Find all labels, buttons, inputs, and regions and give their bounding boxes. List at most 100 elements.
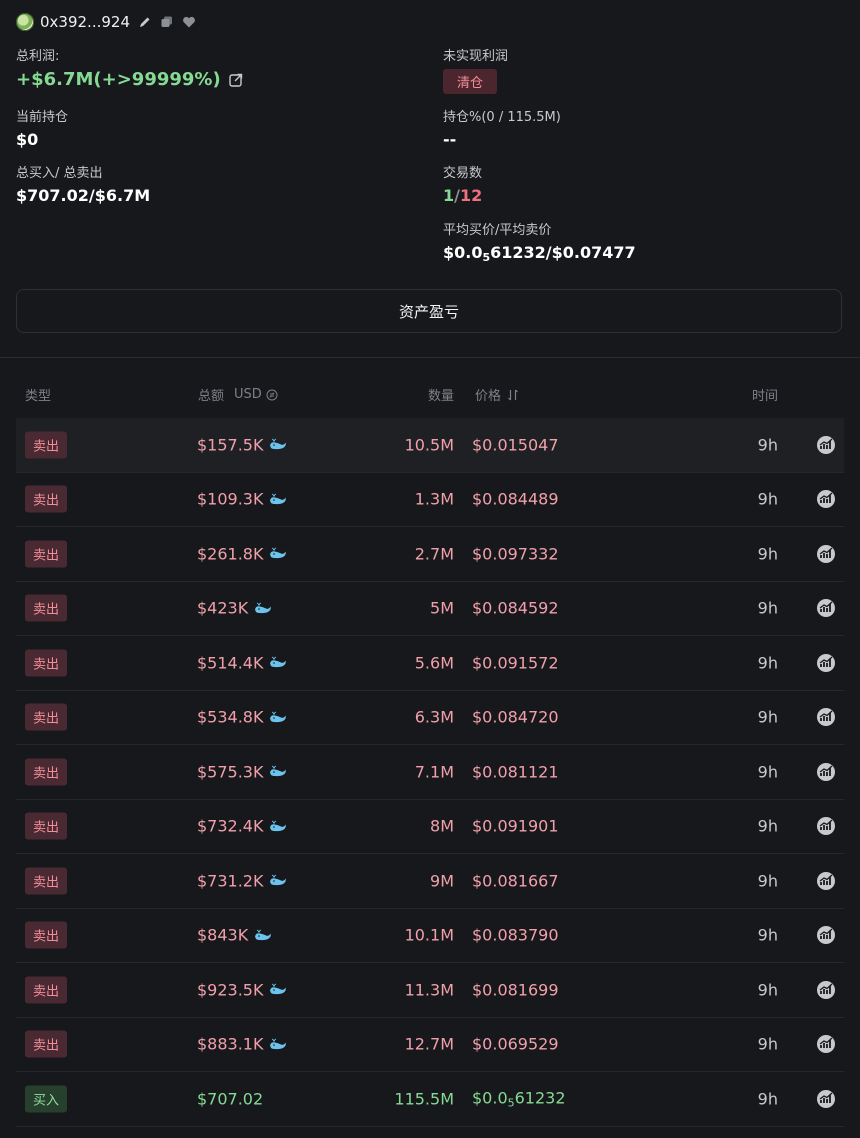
- total-cell: $731.2K: [197, 871, 287, 890]
- asset-pnl-button[interactable]: 资产盈亏: [16, 289, 842, 333]
- type-cell: 卖出: [25, 431, 68, 459]
- type-badge: 卖出: [25, 921, 68, 949]
- unrealized-profit-stat: 未实现利润 清仓: [443, 49, 508, 94]
- total-value: $707.02: [197, 1089, 264, 1109]
- price-cell: $0.083790: [472, 926, 559, 945]
- table-row[interactable]: 卖出 $843K 10.1M $0.083790 9h: [16, 909, 844, 963]
- holding-value: $0: [16, 130, 39, 149]
- type-cell: 卖出: [25, 758, 68, 786]
- time-cell: 9h: [757, 762, 778, 782]
- avg-price-label: 平均买价/平均卖价: [443, 223, 552, 238]
- trades-sell-count: 12: [459, 186, 483, 205]
- whale-icon: [269, 438, 287, 452]
- type-cell: 卖出: [25, 485, 68, 513]
- total-value: $423K: [197, 598, 249, 618]
- external-link-icon[interactable]: [228, 73, 243, 87]
- chart-icon[interactable]: [816, 871, 836, 891]
- swap-currency-icon: [266, 389, 278, 400]
- header-price[interactable]: 价格: [475, 385, 519, 404]
- chart-icon[interactable]: [816, 435, 836, 455]
- table-row[interactable]: 卖出 $261.8K 2.7M $0.097332 9h: [16, 527, 844, 582]
- whale-icon: [269, 874, 287, 888]
- chart-icon[interactable]: [816, 1034, 836, 1054]
- table-row[interactable]: 买入 $707.02 115.5M $0.0561232 9h: [16, 1072, 844, 1127]
- time-cell: 9h: [757, 871, 778, 891]
- wallet-address[interactable]: 0x392...924: [40, 13, 130, 31]
- buy-sell-label: 总买入/ 总卖出: [16, 166, 103, 181]
- time-cell: 9h: [757, 980, 778, 1000]
- qty-cell: 115.5M: [394, 1089, 454, 1109]
- price-cell: $0.084592: [472, 599, 559, 618]
- table-row[interactable]: 卖出 $731.2K 9M $0.081667 9h: [16, 854, 844, 909]
- edit-icon[interactable]: [138, 15, 152, 29]
- chart-icon[interactable]: [816, 762, 836, 782]
- chart-icon[interactable]: [816, 925, 836, 945]
- price-cell: $0.0561232: [472, 1088, 566, 1109]
- type-cell: 卖出: [25, 540, 68, 568]
- chart-icon[interactable]: [816, 489, 836, 509]
- whale-icon: [269, 492, 287, 506]
- qty-cell: 5.6M: [414, 653, 454, 673]
- price-zero-count: 5: [507, 1096, 515, 1110]
- price-text: $0.015047: [472, 435, 559, 455]
- price-text: $0.084592: [472, 598, 559, 618]
- total-cell: $261.8K: [197, 544, 287, 563]
- chart-icon[interactable]: [816, 816, 836, 836]
- price-text: $0.081121: [472, 762, 559, 782]
- table-row[interactable]: 卖出 $923.5K 11.3M $0.081699 9h: [16, 963, 844, 1018]
- avg-price-stat: 平均买价/平均卖价 $0.0561232/$0.07477: [443, 223, 636, 269]
- whale-icon: [269, 1037, 287, 1051]
- table-row[interactable]: 卖出 $575.3K 7.1M $0.081121 9h: [16, 745, 844, 800]
- header-time: 时间: [751, 389, 778, 404]
- table-row[interactable]: 卖出 $423K 5M $0.084592 9h: [16, 582, 844, 636]
- total-value: $109.3K: [197, 489, 264, 509]
- chart-icon[interactable]: [816, 544, 836, 564]
- total-profit-label: 总利润:: [16, 49, 60, 64]
- unrealized-profit-label: 未实现利润: [443, 49, 509, 64]
- table-row[interactable]: 卖出 $157.5K 10.5M $0.015047 9h: [16, 418, 844, 473]
- price-cell: $0.084489: [472, 490, 559, 509]
- price-text: $0.081667: [472, 871, 559, 891]
- type-badge: 卖出: [25, 758, 68, 786]
- chart-icon[interactable]: [816, 653, 836, 673]
- type-badge: 卖出: [25, 540, 68, 568]
- time-cell: 9h: [757, 544, 778, 564]
- wallet-header: 0x392...924: [16, 11, 196, 33]
- total-cell: $707.02: [197, 1089, 263, 1108]
- chart-icon[interactable]: [816, 707, 836, 727]
- copy-icon[interactable]: [160, 15, 174, 29]
- type-badge: 买入: [25, 1085, 68, 1113]
- total-cell: $575.3K: [197, 762, 287, 781]
- price-prefix: $0.0: [472, 1088, 508, 1108]
- qty-cell: 12.7M: [404, 1034, 454, 1054]
- table-row[interactable]: 卖出 $534.8K 6.3M $0.084720 9h: [16, 691, 844, 745]
- type-cell: 卖出: [25, 812, 68, 840]
- qty-cell: 10.5M: [404, 435, 454, 455]
- favorite-heart-icon[interactable]: [182, 15, 196, 29]
- chart-icon[interactable]: [816, 598, 836, 618]
- type-cell: 卖出: [25, 594, 68, 622]
- price-cell: $0.091901: [472, 817, 559, 836]
- type-badge: 卖出: [25, 812, 68, 840]
- type-badge: 卖出: [25, 1030, 68, 1058]
- table-row[interactable]: 卖出 $883.1K 12.7M $0.069529 9h: [16, 1018, 844, 1072]
- price-cell: $0.081121: [472, 762, 559, 781]
- type-cell: 卖出: [25, 921, 68, 949]
- total-value: $261.8K: [197, 544, 264, 564]
- table-row[interactable]: 卖出 $732.4K 8M $0.091901 9h: [16, 800, 844, 854]
- whale-icon: [254, 601, 272, 615]
- chart-icon[interactable]: [816, 1089, 836, 1109]
- type-badge: 卖出: [25, 703, 68, 731]
- wallet-trade-panel: 0x392...924 总利润: +$6.7M(+>99999%) 未实现利润 …: [0, 0, 860, 1138]
- type-badge: 卖出: [25, 649, 68, 677]
- avg-price-zero-count: 5: [482, 251, 491, 264]
- total-cell: $843K: [197, 926, 272, 945]
- holding-stat: 当前持仓 $0: [16, 110, 68, 151]
- table-row[interactable]: 卖出 $109.3K 1.3M $0.084489 9h: [16, 473, 844, 527]
- price-cell: $0.084720: [472, 708, 559, 727]
- currency-toggle[interactable]: USD: [234, 387, 278, 402]
- qty-cell: 5M: [430, 598, 454, 618]
- chart-icon[interactable]: [816, 980, 836, 1000]
- trades-buy-count: 1: [443, 186, 455, 205]
- table-row[interactable]: 卖出 $514.4K 5.6M $0.091572 9h: [16, 636, 844, 691]
